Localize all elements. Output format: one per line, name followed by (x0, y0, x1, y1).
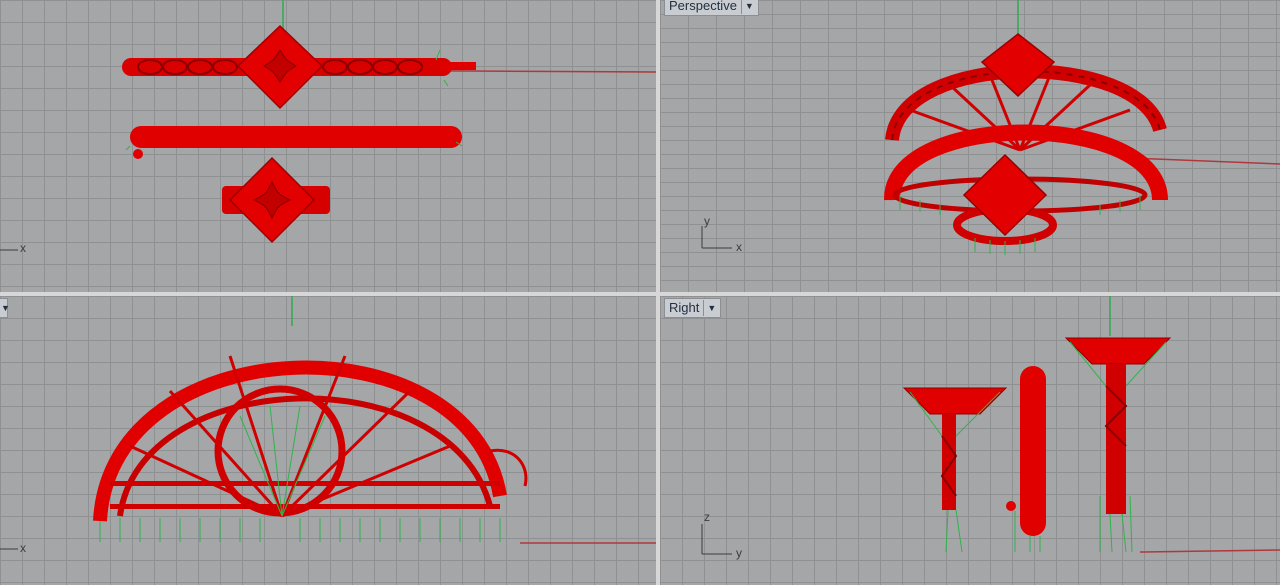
front-view-scene (0, 296, 656, 550)
top-view-scene (0, 0, 656, 251)
band-side (1020, 366, 1046, 536)
perspective-scene (701, 0, 1280, 255)
viewport-layout: x Perspective ▼ y x ▼ x Right ▼ z y (0, 0, 1280, 585)
axis-y-label: y (704, 214, 710, 228)
front-viewport[interactable]: ▼ x (0, 296, 656, 585)
viewport-splitter-horizontal[interactable] (0, 292, 1280, 296)
top-viewport[interactable]: x (0, 0, 656, 292)
axis-y-label: y (736, 546, 742, 560)
axis-x-label: x (20, 541, 26, 555)
bracelet-top-side (1064, 337, 1172, 365)
axis-x-label: x (20, 241, 26, 255)
perspective-viewport[interactable]: Perspective ▼ y x (660, 0, 1280, 292)
right-viewport[interactable]: Right ▼ z y (660, 296, 1280, 585)
plain-band (130, 126, 462, 148)
axis-x-label: x (736, 240, 742, 254)
axis-z-label: z (704, 510, 710, 524)
right-view-scene (701, 296, 1280, 555)
